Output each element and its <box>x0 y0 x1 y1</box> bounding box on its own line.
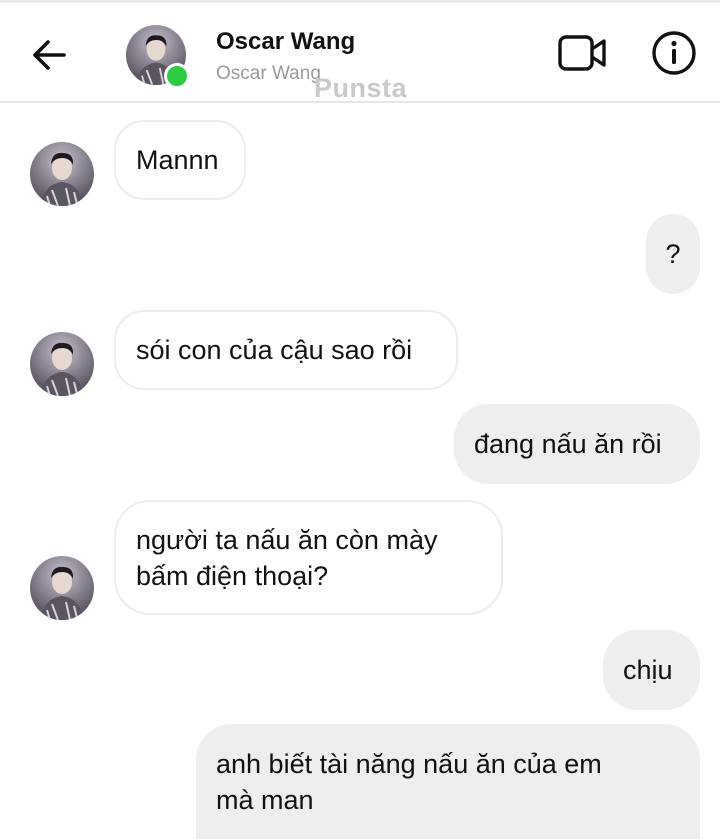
outgoing-message-bubble[interactable]: đang nấu ăn rồi <box>454 404 700 484</box>
outgoing-message-bubble[interactable]: chịu <box>603 630 700 710</box>
video-camera-icon <box>558 35 606 71</box>
video-call-button[interactable] <box>556 29 610 77</box>
outgoing-message-bubble[interactable]: anh biết tài năng nấu ăn của em mà man <box>196 724 700 839</box>
sender-avatar[interactable] <box>30 142 94 206</box>
incoming-message-bubble[interactable]: người ta nấu ăn còn mày bấm điện thoại? <box>114 500 503 615</box>
back-button[interactable] <box>26 31 74 79</box>
outgoing-message-bubble[interactable]: ? <box>646 214 700 294</box>
contact-username: Oscar Wang <box>216 63 321 84</box>
info-circle-icon <box>652 31 696 75</box>
incoming-message-bubble[interactable]: Mannn <box>114 120 246 200</box>
incoming-message-bubble[interactable]: sói con của cậu sao rồi <box>114 310 458 390</box>
arrow-left-icon <box>33 40 66 70</box>
sender-avatar[interactable] <box>30 556 94 620</box>
sender-avatar[interactable] <box>30 332 94 396</box>
info-button[interactable] <box>650 29 698 77</box>
contact-avatar-button[interactable] <box>126 25 190 89</box>
watermark: Punsta <box>314 73 408 103</box>
online-status-indicator <box>164 63 190 89</box>
chat-header: Oscar Wang Oscar Wang Punsta <box>0 3 720 103</box>
contact-name[interactable]: Oscar Wang <box>216 28 355 56</box>
